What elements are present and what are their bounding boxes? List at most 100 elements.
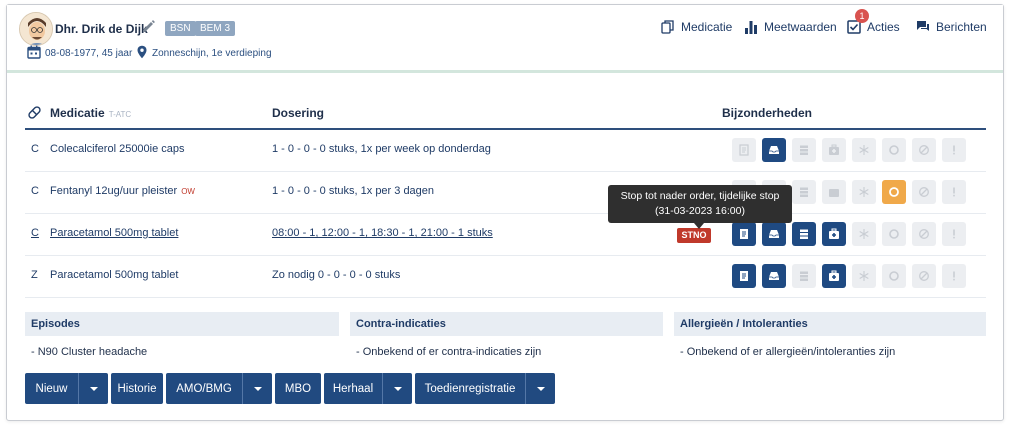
toedien-dropdown-button[interactable] xyxy=(525,373,555,404)
row-dosering[interactable]: 1 - 0 - 0 - 0 stuks, 1x per 3 dagen xyxy=(272,185,434,197)
stack-icon xyxy=(800,145,808,155)
row-code: Z xyxy=(31,269,38,281)
row-medication-name[interactable]: Colecalciferol 25000ie caps xyxy=(50,143,185,155)
ban-icon xyxy=(919,187,929,197)
caret-down-icon xyxy=(89,386,98,391)
alert-button[interactable] xyxy=(942,222,966,246)
snowflake-button[interactable] xyxy=(852,180,876,204)
bar-chart-icon xyxy=(745,21,757,34)
snowflake-button[interactable] xyxy=(852,264,876,288)
stack-button[interactable] xyxy=(792,222,816,246)
historie-button[interactable]: Historie xyxy=(111,373,163,404)
row-dosering[interactable]: 08:00 - 1, 12:00 - 1, 18:30 - 1, 21:00 -… xyxy=(272,227,493,239)
header-tatc-label: T-ATC xyxy=(108,110,132,119)
bsn-tag[interactable]: BSN xyxy=(165,21,196,36)
circle-button[interactable] xyxy=(882,138,906,162)
row-medication-name-label: Fentanyl 12ug/uur pleister xyxy=(50,185,178,197)
row-dosering[interactable]: Zo nodig 0 - 0 - 0 - 0 stuks xyxy=(272,269,400,281)
snowflake-icon xyxy=(859,229,869,239)
inbox-tray-icon xyxy=(769,272,779,280)
calendar-icon xyxy=(27,45,41,59)
stack-icon xyxy=(800,229,808,239)
herhaal-group: Herhaal xyxy=(324,373,412,404)
toedienregistratie-button[interactable]: Toedienregistratie xyxy=(415,373,525,404)
patient-location: Zonneschijn, 1e verdieping xyxy=(152,48,272,59)
allergieen-panel: Allergieën / Intoleranties - Onbekend of… xyxy=(674,312,986,362)
table-row[interactable]: Z Paracetamol 500mg tablet Zo nodig 0 - … xyxy=(25,256,986,298)
row-medication-name[interactable]: Paracetamol 500mg tablet xyxy=(50,269,178,281)
note-button[interactable] xyxy=(732,138,756,162)
row-code[interactable]: C xyxy=(31,227,39,239)
note-button[interactable] xyxy=(732,222,756,246)
stack-icon xyxy=(800,187,808,197)
ban-button[interactable] xyxy=(912,264,936,288)
tray-button[interactable] xyxy=(762,264,786,288)
tray-button[interactable] xyxy=(762,222,786,246)
stack-button[interactable] xyxy=(792,138,816,162)
location-pin-icon xyxy=(137,45,147,59)
table-row[interactable]: C Paracetamol 500mg tablet 08:00 - 1, 12… xyxy=(25,214,986,256)
medkit-button[interactable] xyxy=(822,222,846,246)
nieuw-group: Nieuw xyxy=(25,373,108,404)
episodes-text: - N90 Cluster headache xyxy=(31,346,148,358)
ow-flag: OW xyxy=(181,187,195,196)
herhaal-dropdown-button[interactable] xyxy=(382,373,412,404)
nieuw-dropdown-button[interactable] xyxy=(78,373,108,404)
snowflake-button[interactable] xyxy=(852,222,876,246)
medkit-button[interactable] xyxy=(822,180,846,204)
note-icon xyxy=(740,271,748,281)
patient-header: Dhr. Drik de Dijk BSN BEM 3 08-08-1977, … xyxy=(7,5,1003,73)
header-medicatie-label: Medicatie xyxy=(50,106,105,120)
row-medication-name[interactable]: Paracetamol 500mg tablet xyxy=(50,227,178,239)
nieuw-button[interactable]: Nieuw xyxy=(25,373,78,404)
exclamation-icon xyxy=(953,229,955,239)
table-row[interactable]: C Fentanyl 12ug/uur pleister OW 1 - 0 - 0… xyxy=(25,172,986,214)
acties-count-badge: 1 xyxy=(855,9,869,23)
circle-button[interactable] xyxy=(882,180,906,204)
stack-button[interactable] xyxy=(792,180,816,204)
table-row[interactable]: C Colecalciferol 25000ie caps 1 - 0 - 0 … xyxy=(25,130,986,172)
alert-button[interactable] xyxy=(942,138,966,162)
edit-pencil-icon[interactable] xyxy=(140,18,156,34)
snowflake-button[interactable] xyxy=(852,138,876,162)
note-button[interactable] xyxy=(732,264,756,288)
bem-tag[interactable]: BEM 3 xyxy=(195,21,236,36)
nav-medicatie[interactable]: Medicatie xyxy=(661,20,732,34)
circle-button[interactable] xyxy=(882,264,906,288)
episodes-panel: Episodes - N90 Cluster headache xyxy=(25,312,339,362)
row-medication-name[interactable]: Fentanyl 12ug/uur pleister OW xyxy=(50,185,195,197)
ban-button[interactable] xyxy=(912,222,936,246)
row-code: C xyxy=(31,143,39,155)
note-icon xyxy=(740,229,748,239)
row-action-icons xyxy=(732,138,966,162)
ban-button[interactable] xyxy=(912,138,936,162)
stno-status-badge[interactable]: STNO xyxy=(677,228,711,243)
caret-down-icon xyxy=(536,386,545,391)
amo-bmg-button[interactable]: AMO/BMG xyxy=(166,373,242,404)
row-dosering[interactable]: 1 - 0 - 0 - 0 stuks, 1x per week op dond… xyxy=(272,143,491,155)
nav-acties[interactable]: Acties xyxy=(847,20,900,34)
medkit-button[interactable] xyxy=(822,138,846,162)
ban-button[interactable] xyxy=(912,180,936,204)
contra-indicaties-text: - Onbekend of er contra-indicaties zijn xyxy=(356,346,542,358)
nav-meetwaarden[interactable]: Meetwaarden xyxy=(744,20,837,34)
exclamation-icon xyxy=(953,271,955,281)
stack-button[interactable] xyxy=(792,264,816,288)
medkit-button[interactable] xyxy=(822,264,846,288)
alert-button[interactable] xyxy=(942,264,966,288)
allergieen-text: - Onbekend of er allergieën/intolerantie… xyxy=(680,346,896,358)
mbo-button[interactable]: MBO xyxy=(275,373,321,404)
medkit-icon xyxy=(829,228,839,239)
ban-icon xyxy=(919,145,929,155)
nav-berichten[interactable]: Berichten xyxy=(916,20,987,34)
snowflake-icon xyxy=(859,187,869,197)
tooltip-line-1: Stop tot nader order, tijdelijke stop xyxy=(620,190,780,202)
circle-button[interactable] xyxy=(882,222,906,246)
amo-dropdown-button[interactable] xyxy=(242,373,272,404)
tray-button[interactable] xyxy=(762,138,786,162)
inbox-tray-icon xyxy=(769,146,779,154)
header-medicatie[interactable]: Medicatie T-ATC xyxy=(50,106,131,120)
exclamation-icon xyxy=(953,145,955,155)
herhaal-button[interactable]: Herhaal xyxy=(324,373,382,404)
alert-button[interactable] xyxy=(942,180,966,204)
